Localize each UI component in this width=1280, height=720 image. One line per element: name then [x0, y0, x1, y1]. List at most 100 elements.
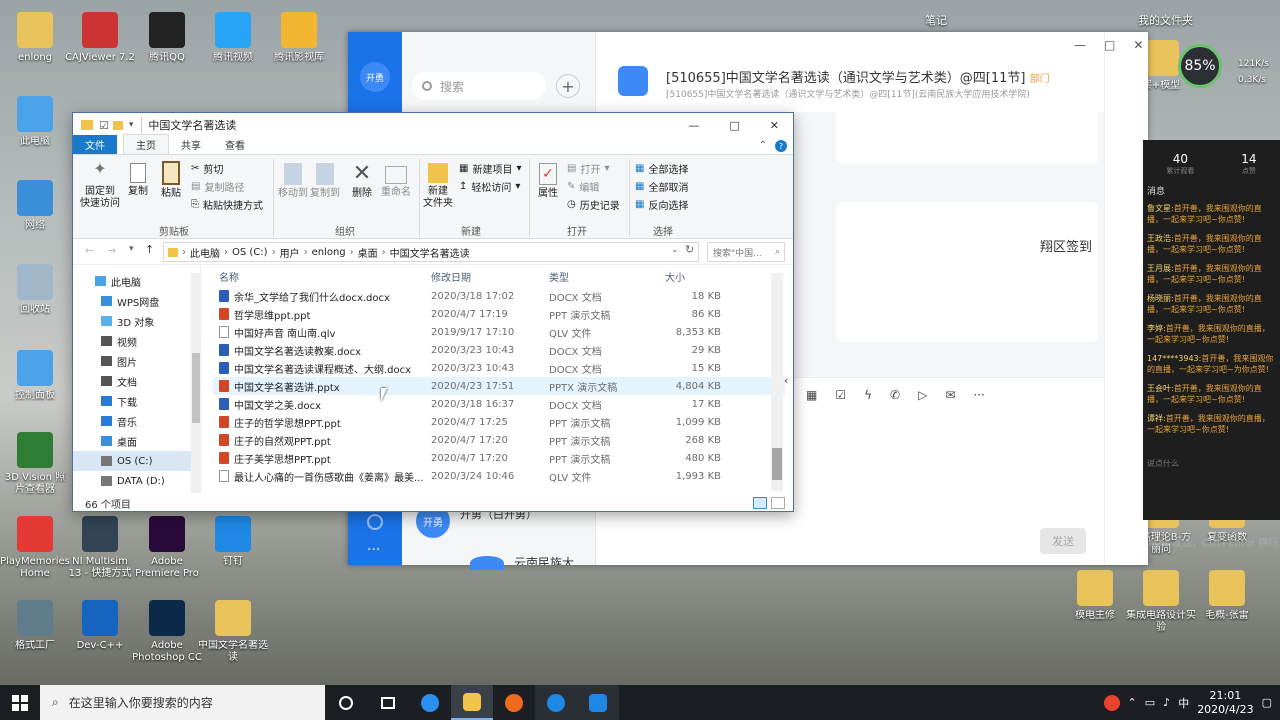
network-icon[interactable]: ▭: [1145, 696, 1155, 709]
file-row[interactable]: 最让人心痛的一首伤感歌曲《姜离》最美... 2020/3/24 10:46 QLV …: [213, 467, 785, 485]
desktop-icon[interactable]: enlong: [0, 12, 70, 64]
nav-item[interactable]: 下载: [73, 391, 200, 411]
back-icon[interactable]: ←: [85, 244, 94, 257]
breadcrumb-separator[interactable]: ›: [304, 247, 308, 258]
desktop-icon[interactable]: 中国文学名著选读: [198, 600, 268, 664]
desktop-icon[interactable]: 控制面板: [0, 350, 70, 402]
breadcrumb-item[interactable]: 桌面: [358, 245, 378, 260]
desktop-icon[interactable]: 此电脑: [0, 96, 70, 148]
desktop-icon[interactable]: CAJViewer 7.2: [65, 12, 135, 64]
delete-button[interactable]: ✕ 删除: [349, 163, 375, 200]
maximize-icon[interactable]: □: [1104, 38, 1115, 52]
refresh-icon[interactable]: ↻: [685, 243, 694, 256]
file-row[interactable]: 庄子美学思想PPT.ppt 2020/4/7 17:20 PPT 演示文稿 480 K…: [213, 449, 785, 467]
nav-item[interactable]: 此电脑: [73, 271, 200, 291]
pin-button[interactable]: ✦ 固定到 快速访问: [77, 161, 123, 210]
desktop-icon[interactable]: Adobe Photoshop CC 2...: [132, 600, 202, 664]
desktop-icon[interactable]: 网络: [0, 180, 70, 232]
address-dropdown-icon[interactable]: ⌄: [671, 245, 679, 255]
paste-button[interactable]: 粘贴: [157, 161, 185, 200]
notification-icon[interactable]: ▢: [1262, 696, 1272, 709]
tab-file[interactable]: 文件: [73, 135, 117, 154]
col-date[interactable]: 修改日期: [429, 269, 549, 284]
desktop-icon[interactable]: 毛概-张雷: [1192, 570, 1262, 622]
edit-button[interactable]: ✎ 编辑: [567, 179, 599, 194]
open-button[interactable]: ▤ 打开 ▾: [567, 161, 609, 176]
desktop-icon[interactable]: 模电主修: [1060, 570, 1130, 622]
history-button[interactable]: ◷ 历史记录: [567, 197, 620, 212]
desktop-icon[interactable]: PlayMemories Home: [0, 516, 70, 580]
file-row[interactable]: 中国好声音 南山南.qlv 2019/9/17 17:10 QLV 文件 8,353 …: [213, 323, 785, 341]
mail-icon[interactable]: ✉: [945, 388, 955, 402]
paste-shortcut-button[interactable]: ⎘ 粘贴快捷方式: [191, 197, 263, 212]
ribbon-collapse-icon[interactable]: ⌃: [759, 140, 767, 152]
breadcrumb-separator[interactable]: ›: [224, 247, 228, 258]
file-row[interactable]: 中国文学名著选读课程概述、大纲.docx 2020/3/23 10:43 DOCX …: [213, 359, 785, 377]
nav-avatar[interactable]: 开勇: [360, 62, 390, 92]
breadcrumb-item[interactable]: 中国文学名著选读: [390, 245, 470, 260]
move-to-button[interactable]: 移动到: [277, 163, 309, 200]
rename-button[interactable]: 重命名: [379, 163, 413, 199]
details-view-icon[interactable]: [753, 497, 767, 509]
app-icon[interactable]: [367, 514, 383, 530]
nav-item[interactable]: 视频: [73, 331, 200, 351]
breadcrumb-separator[interactable]: ›: [382, 247, 386, 258]
invert-selection-button[interactable]: ▦ 反向选择: [635, 197, 688, 212]
video-icon[interactable]: ▷: [918, 388, 927, 402]
live-app-taskbar-icon[interactable]: [577, 685, 619, 720]
search-box[interactable]: 搜索"中国... ⌕: [707, 242, 785, 262]
add-button[interactable]: +: [556, 74, 580, 98]
col-name[interactable]: 名称: [213, 269, 429, 284]
maximize-icon[interactable]: □: [729, 119, 739, 132]
desktop-icon[interactable]: 回收站: [0, 264, 70, 316]
breadcrumb-item[interactable]: OS (C:): [232, 247, 268, 258]
properties-button[interactable]: ✓ 属性: [533, 163, 563, 200]
up-icon[interactable]: ↑: [145, 243, 154, 256]
cut-button[interactable]: ✂ 剪切: [191, 161, 223, 176]
list-scrollbar[interactable]: [771, 273, 783, 491]
new-folder-qa-icon[interactable]: [112, 120, 123, 130]
forward-icon[interactable]: →: [107, 244, 116, 257]
file-row[interactable]: 庄子的哲学思想PPT.ppt 2020/4/7 17:25 PPT 演示文稿 1,09…: [213, 413, 785, 431]
new-folder-button[interactable]: 新建 文件夹: [421, 163, 455, 210]
desktop-icon[interactable]: 格式工厂: [0, 600, 70, 652]
file-row[interactable]: 中国文学名著选读教案.docx 2020/3/23 10:43 DOCX 文档 29 …: [213, 341, 785, 359]
nav-item[interactable]: 3D 对象: [73, 311, 200, 331]
nav-item[interactable]: 文档: [73, 371, 200, 391]
file-row[interactable]: 庄子的自然观PPT.ppt 2020/4/7 17:20 PPT 演示文稿 268 K…: [213, 431, 785, 449]
send-button[interactable]: 发送: [1040, 528, 1086, 554]
more-icon[interactable]: ···: [367, 542, 380, 558]
file-row[interactable]: 中国文学之美.docx 2020/3/18 16:37 DOCX 文档 17 KB: [213, 395, 785, 413]
desktop-icon[interactable]: 集成电路设计实验: [1126, 570, 1196, 634]
col-type[interactable]: 类型: [549, 269, 661, 284]
contact-name-2[interactable]: 云南民族大: [514, 554, 574, 565]
cortana-button[interactable]: [325, 685, 367, 720]
qa-check-icon[interactable]: ☑: [99, 119, 109, 132]
flash-icon[interactable]: ϟ: [864, 388, 872, 402]
start-button[interactable]: [0, 685, 40, 720]
large-icons-view-icon[interactable]: [771, 497, 785, 509]
tab-share[interactable]: 共享: [169, 135, 213, 154]
new-item-button[interactable]: ▦ 新建项目 ▾: [459, 161, 521, 176]
breadcrumb-separator[interactable]: ›: [182, 247, 186, 258]
help-icon[interactable]: ?: [775, 140, 787, 152]
copy-button[interactable]: 复制: [125, 163, 151, 198]
ime-indicator[interactable]: 中: [1178, 695, 1189, 711]
desktop-icon[interactable]: Dev-C++: [65, 600, 135, 652]
nav-item[interactable]: WPS网盘: [73, 291, 200, 311]
minimize-icon[interactable]: —: [688, 119, 699, 132]
breadcrumb-separator[interactable]: ›: [272, 247, 276, 258]
desktop-icon[interactable]: 3D Vision 照片查看器: [0, 432, 70, 496]
nav-item[interactable]: OS (C:): [73, 451, 200, 471]
speed-widget[interactable]: 85%: [1178, 44, 1238, 90]
nav-scrollbar[interactable]: [191, 273, 201, 493]
desktop-icon[interactable]: 腾讯QQ: [132, 12, 202, 64]
breadcrumb-item[interactable]: 此电脑: [190, 245, 220, 260]
task-view-button[interactable]: [367, 685, 409, 720]
clock[interactable]: 21:01 2020/4/23: [1197, 689, 1253, 717]
live-input[interactable]: 说点什么: [1147, 458, 1179, 469]
collapse-panel-icon[interactable]: ‹: [784, 374, 788, 387]
taskbar-search[interactable]: ⌕ 在这里输入你要搜索的内容: [40, 685, 325, 720]
breadcrumb-separator[interactable]: ›: [350, 247, 354, 258]
qa-dropdown-icon[interactable]: ▾: [129, 120, 134, 130]
